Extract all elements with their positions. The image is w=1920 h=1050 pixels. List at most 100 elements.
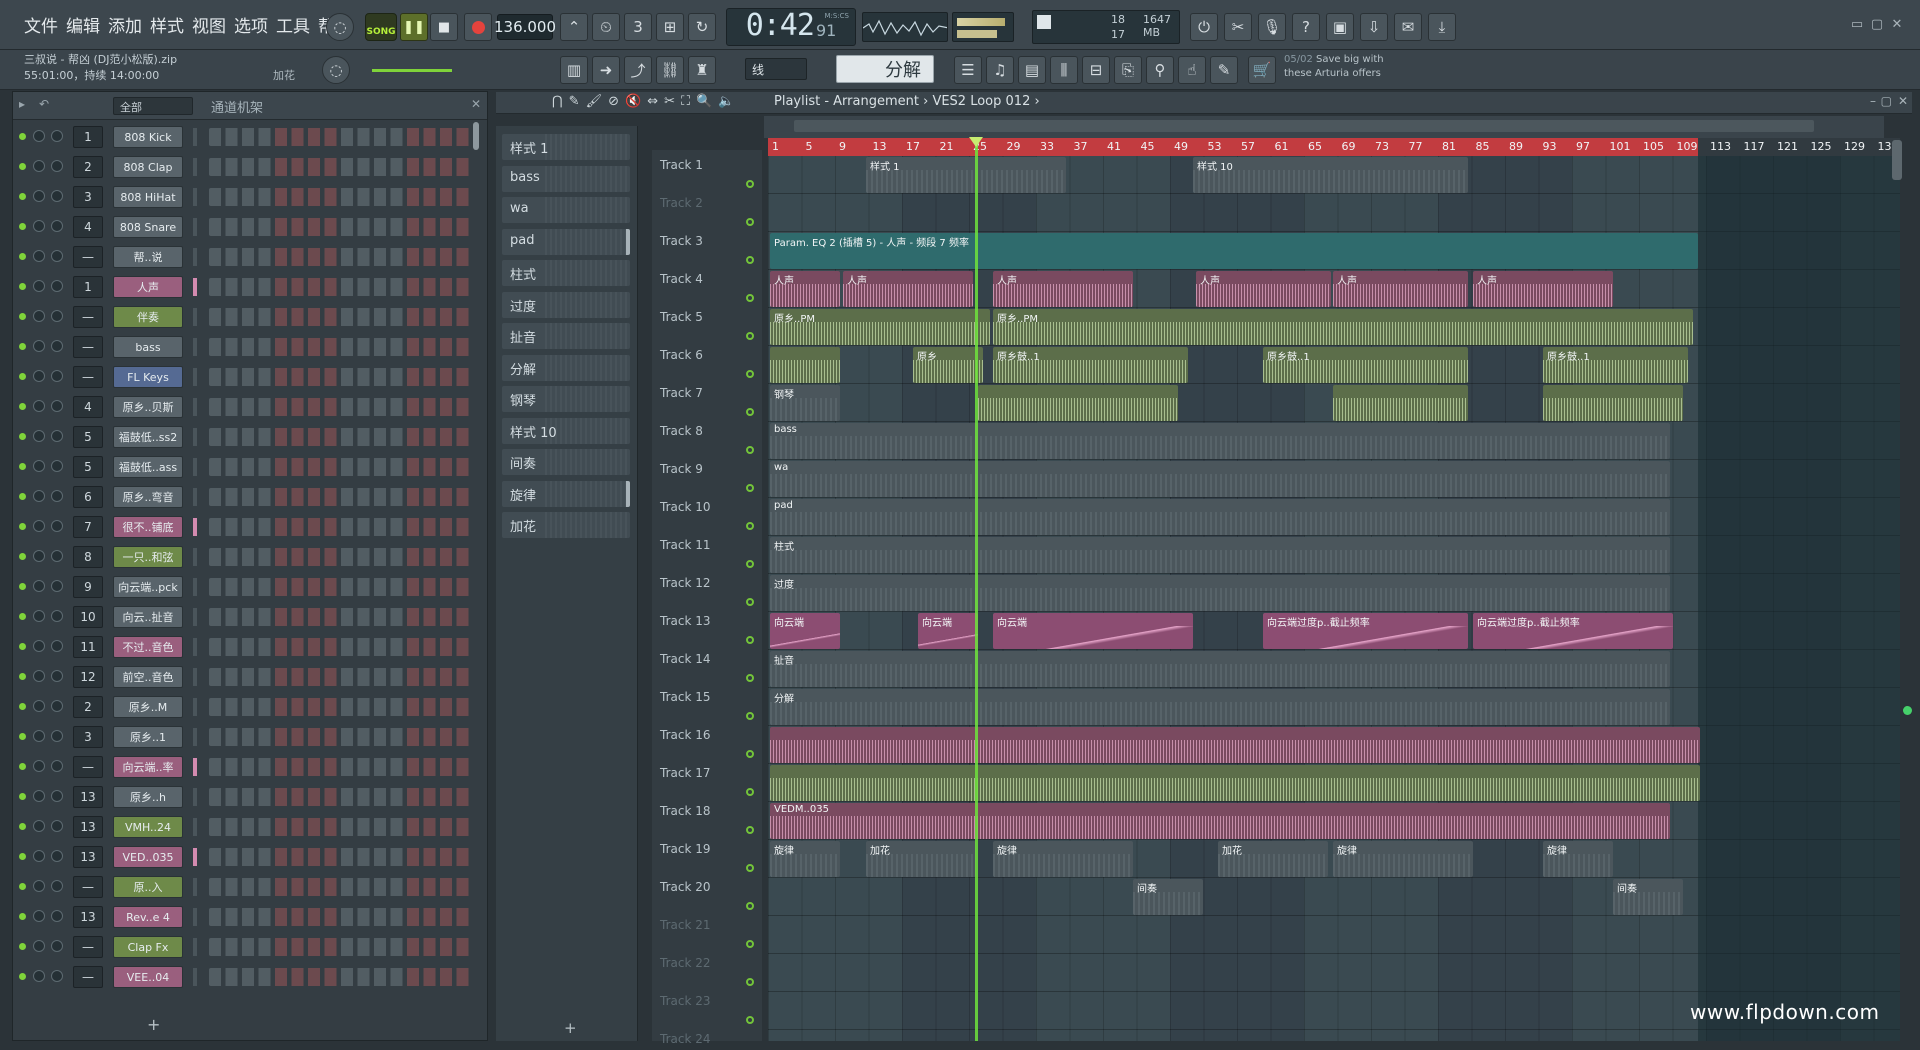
time-display[interactable]: 0:42 91 M:S:CS bbox=[726, 8, 856, 46]
maximize-button[interactable]: ▢ bbox=[1868, 16, 1886, 32]
track-enable-led[interactable] bbox=[746, 294, 754, 302]
step-sequencer[interactable] bbox=[209, 278, 473, 296]
playlist-clip[interactable]: 间奏 bbox=[1133, 879, 1203, 915]
track-name[interactable]: Track 6 bbox=[660, 348, 703, 362]
channel-name-button[interactable]: 原乡..h bbox=[113, 786, 183, 808]
step-sequencer[interactable] bbox=[209, 518, 473, 536]
channel-name-button[interactable]: 808 Kick bbox=[113, 126, 183, 148]
undo-icon[interactable]: ↶ bbox=[39, 97, 49, 111]
track-enable-led[interactable] bbox=[746, 218, 754, 226]
track-enable-led[interactable] bbox=[746, 940, 754, 948]
minimize-icon[interactable]: – bbox=[1870, 94, 1876, 108]
channel-row[interactable]: 2 原乡..M bbox=[13, 692, 487, 722]
channel-row[interactable]: — 原..入 bbox=[13, 872, 487, 902]
channel-name-button[interactable]: 原..入 bbox=[113, 876, 183, 898]
channel-volume-knob[interactable] bbox=[33, 370, 45, 382]
channel-row[interactable]: 12 前空..音色 bbox=[13, 662, 487, 692]
channel-row[interactable]: — 伴奏 bbox=[13, 302, 487, 332]
channel-select-bar[interactable] bbox=[193, 188, 197, 206]
channel-volume-knob[interactable] bbox=[33, 550, 45, 562]
track-name[interactable]: Track 12 bbox=[660, 576, 710, 590]
channel-row[interactable]: — VEE..04 bbox=[13, 962, 487, 992]
channel-row[interactable]: 6 原乡..弯音 bbox=[13, 482, 487, 512]
channel-select-bar[interactable] bbox=[193, 968, 197, 986]
channel-led[interactable] bbox=[19, 763, 26, 770]
channel-select-bar[interactable] bbox=[193, 578, 197, 596]
render-button[interactable]: ⇩ bbox=[1360, 13, 1388, 41]
step-sequencer[interactable] bbox=[209, 938, 473, 956]
channel-volume-knob[interactable] bbox=[33, 250, 45, 262]
channel-led[interactable] bbox=[19, 913, 26, 920]
reset-button[interactable]: ⏻ bbox=[1190, 13, 1218, 41]
channel-led[interactable] bbox=[19, 253, 26, 260]
track-enable-led[interactable] bbox=[746, 978, 754, 986]
mic-button[interactable]: 🎙 bbox=[1258, 13, 1286, 41]
track-name[interactable]: Track 20 bbox=[660, 880, 710, 894]
channel-select-bar[interactable] bbox=[193, 428, 197, 446]
channel-name-button[interactable]: VEE..04 bbox=[113, 966, 183, 988]
channel-mixer-track[interactable]: 6 bbox=[73, 486, 103, 508]
step-sequencer[interactable] bbox=[209, 638, 473, 656]
maximize-icon[interactable]: ▢ bbox=[1881, 94, 1892, 108]
track-enable-led[interactable] bbox=[746, 180, 754, 188]
channel-select-bar[interactable] bbox=[193, 938, 197, 956]
channel-select-bar[interactable] bbox=[193, 848, 197, 866]
tempo-tap-button[interactable]: ✎ bbox=[1210, 56, 1238, 84]
channel-rack-scrollbar[interactable] bbox=[473, 122, 479, 150]
channel-mixer-track[interactable]: 2 bbox=[73, 156, 103, 178]
channel-mixer-track[interactable]: 5 bbox=[73, 426, 103, 448]
channel-select-bar[interactable] bbox=[193, 248, 197, 266]
channel-select-bar[interactable] bbox=[193, 518, 197, 536]
pitch-knob[interactable]: ◌ bbox=[322, 56, 350, 84]
channel-select-bar[interactable] bbox=[193, 128, 197, 146]
channel-pan-knob[interactable] bbox=[51, 400, 63, 412]
channel-name-button[interactable]: 人声 bbox=[113, 276, 183, 298]
channel-name-button[interactable]: FL Keys bbox=[113, 366, 183, 388]
track-enable-led[interactable] bbox=[746, 636, 754, 644]
channel-pan-knob[interactable] bbox=[51, 640, 63, 652]
channel-row[interactable]: — bass bbox=[13, 332, 487, 362]
channel-mixer-track[interactable]: 11 bbox=[73, 636, 103, 658]
channel-select-bar[interactable] bbox=[193, 338, 197, 356]
channel-volume-knob[interactable] bbox=[33, 220, 45, 232]
channel-row[interactable]: 5 福鼓低..ass bbox=[13, 452, 487, 482]
channel-row[interactable]: — FL Keys bbox=[13, 362, 487, 392]
step-sequencer[interactable] bbox=[209, 848, 473, 866]
track-name[interactable]: Track 19 bbox=[660, 842, 710, 856]
mute-icon[interactable]: 🔇 bbox=[625, 94, 641, 109]
channel-select-bar[interactable] bbox=[193, 398, 197, 416]
playlist-clip[interactable]: 加花 bbox=[866, 841, 976, 877]
magnet-icon[interactable]: ⋂ bbox=[552, 94, 563, 109]
track-name[interactable]: Track 18 bbox=[660, 804, 710, 818]
playlist-clip[interactable]: 扯音 bbox=[770, 651, 1670, 687]
playlist-clip[interactable] bbox=[978, 385, 1178, 421]
track-name[interactable]: Track 17 bbox=[660, 766, 710, 780]
channel-mixer-track[interactable]: 4 bbox=[73, 396, 103, 418]
channel-name-button[interactable]: 一只..和弦 bbox=[113, 546, 183, 568]
snap-select[interactable]: 线 bbox=[745, 58, 807, 80]
track-name[interactable]: Track 16 bbox=[660, 728, 710, 742]
step-sequencer[interactable] bbox=[209, 308, 473, 326]
track-enable-led[interactable] bbox=[746, 902, 754, 910]
playlist-clip[interactable]: 样式 1 bbox=[866, 157, 1066, 193]
channel-volume-knob[interactable] bbox=[33, 160, 45, 172]
channel-led[interactable] bbox=[19, 883, 26, 890]
playlist-scrollbar[interactable] bbox=[1892, 140, 1902, 180]
channel-led[interactable] bbox=[19, 433, 26, 440]
step-sequencer[interactable] bbox=[209, 818, 473, 836]
channel-pan-knob[interactable] bbox=[51, 940, 63, 952]
channel-pan-knob[interactable] bbox=[51, 880, 63, 892]
step-sequencer[interactable] bbox=[209, 728, 473, 746]
menu-edit[interactable]: 编辑 bbox=[66, 12, 100, 37]
channel-mixer-track[interactable]: 13 bbox=[73, 816, 103, 838]
channel-mixer-track[interactable]: 1 bbox=[73, 126, 103, 148]
channel-select-bar[interactable] bbox=[193, 728, 197, 746]
channel-volume-knob[interactable] bbox=[33, 580, 45, 592]
channel-name-button[interactable]: 808 HiHat bbox=[113, 186, 183, 208]
channel-mixer-track[interactable]: 9 bbox=[73, 576, 103, 598]
channel-led[interactable] bbox=[19, 463, 26, 470]
playlist-clip[interactable]: bass bbox=[770, 423, 1670, 459]
playlist-clip[interactable]: 原乡 bbox=[913, 347, 983, 383]
channel-select-bar[interactable] bbox=[193, 158, 197, 176]
stamp-button[interactable]: ♜ bbox=[688, 56, 716, 84]
